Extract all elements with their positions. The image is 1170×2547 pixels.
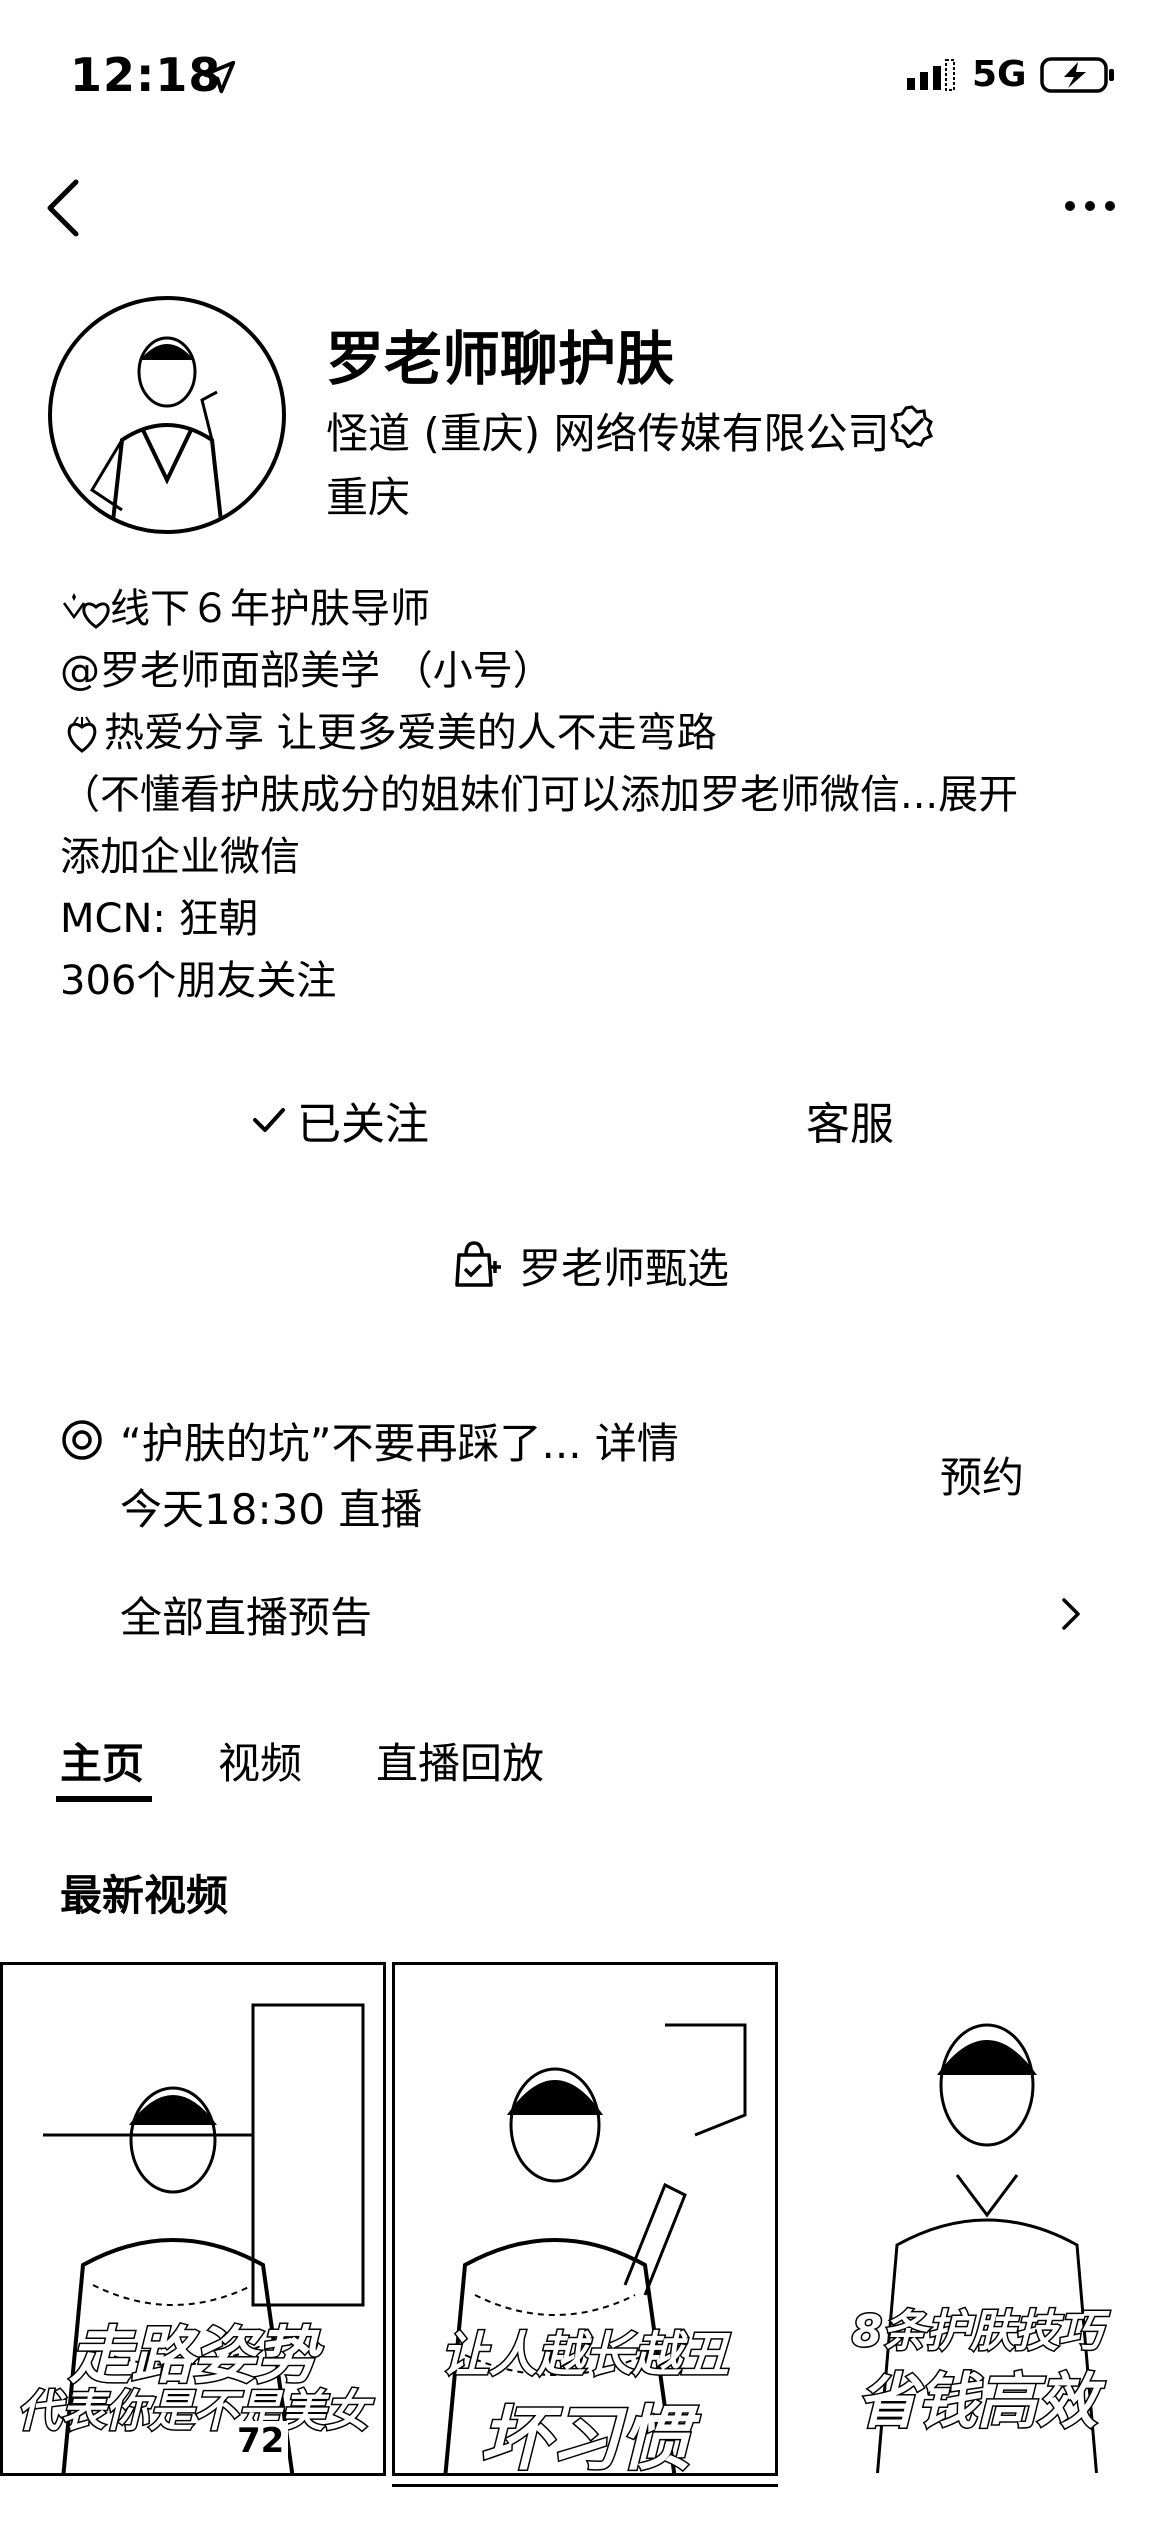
expand-link[interactable]: 展开 [938,772,1018,818]
video-thumbnail[interactable]: 8条护肤技巧 省钱高效 [784,1962,1170,2476]
shop-button[interactable]: 罗老师甄选 [380,1230,800,1300]
reserve-button[interactable]: 预约 [940,1444,1024,1505]
bio-mention-link[interactable]: @罗老师面部美学 （小号） [60,640,1120,702]
tab-videos[interactable]: 视频 [218,1730,302,1791]
video-caption-top: 8条护肤技巧 [850,2305,1104,2359]
following-label: 已关注 [297,1099,429,1150]
avatar[interactable] [48,296,286,534]
add-wechat-link[interactable]: 添加企业微信 [60,826,1120,888]
battery-charging-icon [1040,57,1114,93]
shop-label: 罗老师甄选 [518,1243,729,1293]
bio-line: 热爱分享 让更多爱美的人不走弯路 [60,702,1120,764]
more-icon[interactable] [1062,196,1118,216]
latest-videos-title: 最新视频 [60,1871,229,1920]
profile-name: 罗老师聊护肤 [326,325,675,393]
all-live-previews-link[interactable]: 全部直播预告 [120,1584,372,1645]
signal-icon [907,59,955,91]
friends-following[interactable]: 306个朋友关注 [60,950,1120,1012]
video-thumbnail-next-row[interactable] [392,2484,778,2547]
video-caption-bottom: 坏习惯 [479,2397,692,2476]
tab-home[interactable]: 主页 [60,1730,144,1791]
verified-badge-icon [890,405,933,448]
bio-line: 线下６年护肤导师 [60,578,1120,640]
video-thumbnail[interactable]: 让人越长越丑 坏习惯 [392,1962,778,2476]
live-preview-title[interactable]: “护肤的坑”不要再踩了... 详情 [120,1410,679,1471]
bio-text: 热爱分享 让更多爱美的人不走弯路 [104,710,717,756]
chevron-right-icon[interactable] [1060,1596,1084,1632]
back-icon[interactable] [44,178,84,238]
active-tab-indicator [56,1796,152,1802]
bio-text: 线下６年护肤导师 [110,586,430,632]
bio-text: （不懂看护肤成分的姐妹们可以添加罗老师微信... [60,772,939,818]
customer-service-label: 客服 [806,1099,894,1150]
avatar-portrait [89,336,224,530]
mcn-label: MCN: 狂朝 [60,896,259,942]
company-name[interactable]: 怪道 (重庆) 网络传媒有限公司 [326,400,889,461]
profile-location: 重庆 [326,473,411,522]
status-time: 12:18 [70,48,222,102]
bio-line: （不懂看护肤成分的姐妹们可以添加罗老师微信...展开 [60,764,1120,826]
video-caption-bottom: 代表你是不是美女 [16,2385,371,2439]
check-icon [253,1108,285,1132]
live-preview-time: 今天18:30 直播 [120,1485,423,1534]
video-caption-top: 让人越长越丑 [439,2326,730,2385]
tab-live-replay[interactable]: 直播回放 [376,1730,544,1791]
following-button[interactable]: 已关注 [150,1085,530,1155]
heart-icon [67,716,97,753]
video-like-count: 72 [233,2421,289,2461]
video-thumbnail[interactable]: 走路姿势 代表你是不是美女 72 [0,1962,386,2476]
video-caption-bottom: 省钱高效 [856,2366,1099,2439]
customer-service-button[interactable]: 客服 [660,1085,1040,1155]
live-broadcast-icon [62,1420,102,1460]
sparkle-heart-icon [62,593,110,629]
network-type: 5G [972,54,1027,95]
location-arrow-icon [202,60,236,94]
shopping-bag-icon [455,1241,501,1287]
